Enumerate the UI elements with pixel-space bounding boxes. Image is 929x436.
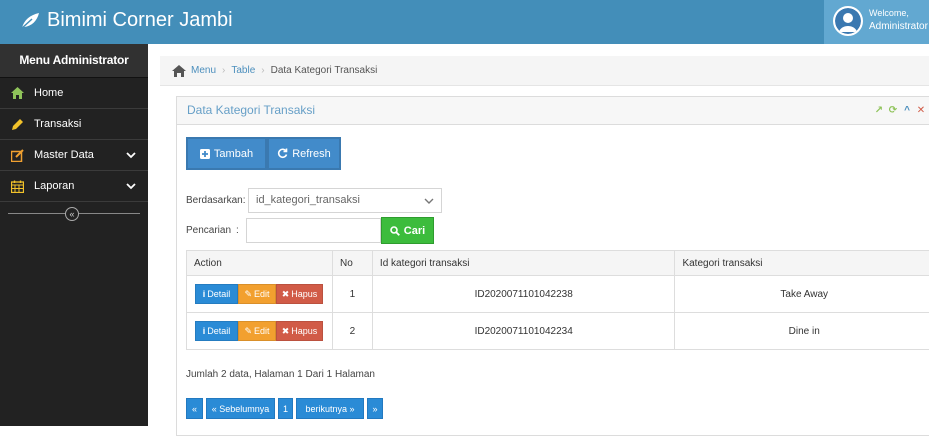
close-icon[interactable]: ✕ [916,105,926,116]
detail-button[interactable]: iDetail [195,284,238,304]
app-brand[interactable]: Bimimi Corner Jambi [20,9,233,32]
chevron-down-icon [424,196,434,206]
panel-header: Data Kategori Transaksi ↗ ⟳ ^ ✕ [177,97,929,125]
sidebar-item-home[interactable]: Home [0,78,148,109]
welcome-text: Welcome, Administrator [869,7,928,33]
sidebar-item-label: Home [34,87,63,99]
search-by-value: id_kategori_transaksi [256,194,360,206]
delete-button[interactable]: ✖Hapus [276,284,323,304]
sidebar-item-label: Laporan [34,180,74,192]
edit-button[interactable]: ✎Edit [238,284,276,304]
plus-square-icon [200,149,210,159]
refresh-button-label: Refresh [292,148,331,160]
welcome-label: Welcome, [869,7,928,20]
panel-tools: ↗ ⟳ ^ ✕ [874,105,926,116]
col-header-kategori: Kategori transaksi [675,251,929,276]
delete-button[interactable]: ✖Hapus [276,321,323,341]
calendar-icon [10,179,24,193]
sidebar-item-laporan[interactable]: Laporan [0,171,148,202]
x-icon: ✖ [282,326,290,337]
delete-label: Hapus [291,326,317,336]
search-by-select[interactable]: id_kategori_transaksi [248,188,442,213]
col-header-no: No [332,251,372,276]
search-by-label: Berdasarkan: [186,195,245,206]
add-button-label: Tambah [214,148,253,160]
top-navbar: Bimimi Corner Jambi Welcome, Administrat… [0,0,929,44]
sidebar-item-label: Master Data [34,149,94,161]
pagination: « « Sebelumnya 1 berikutnya » » [186,398,383,419]
app-title: Bimimi Corner Jambi [47,9,233,32]
search-query-colon: : [236,225,239,236]
cell-id: ID2020071101042238 [372,276,675,313]
search-icon [390,226,400,236]
data-table: Action No Id kategori transaksi Kategori… [186,250,929,350]
avatar [833,6,863,36]
collapse-icon[interactable]: ^ [902,105,912,116]
edit-label: Edit [254,289,270,299]
cell-id: ID2020071101042234 [372,313,675,350]
sidebar-collapse: « [0,202,148,226]
expand-icon[interactable]: ↗ [874,105,884,116]
delete-label: Hapus [291,289,317,299]
info-icon: i [203,289,206,299]
user-name: Administrator [869,20,928,33]
breadcrumb-item-current: Data Kategori Transaksi [271,65,378,76]
edit-button[interactable]: ✎Edit [238,321,276,341]
breadcrumb: Menu › Table › Data Kategori Transaksi [160,56,929,86]
info-icon: i [203,326,206,336]
prev-page-button[interactable]: « Sebelumnya [206,398,275,419]
last-page-button[interactable]: » [367,398,383,419]
col-header-id: Id kategori transaksi [372,251,675,276]
pencil-icon [10,117,24,131]
sidebar-item-transaksi[interactable]: Transaksi [0,109,148,140]
add-button[interactable]: Tambah [186,137,267,170]
home-icon[interactable] [172,65,186,77]
edit-icon: ✎ [244,326,252,337]
sidebar-item-master-data[interactable]: Master Data [0,140,148,171]
user-avatar-icon [835,8,861,34]
search-button[interactable]: Cari [381,217,434,244]
breadcrumb-item-table[interactable]: Table [231,65,255,76]
refresh-button[interactable]: Refresh [267,137,341,170]
search-button-label: Cari [404,225,425,237]
x-icon: ✖ [282,289,290,300]
table-row: iDetail ✎Edit ✖Hapus 1 ID202007110104223… [187,276,929,313]
table-row: iDetail ✎Edit ✖Hapus 2 ID202007110104223… [187,313,929,350]
cell-no: 1 [332,276,372,313]
page-1-button[interactable]: 1 [278,398,293,419]
search-input[interactable] [246,218,381,243]
edit-label: Edit [254,326,270,336]
action-cell: iDetail ✎Edit ✖Hapus [187,313,333,350]
cell-kategori: Take Away [675,276,929,313]
table-header-row: Action No Id kategori transaksi Kategori… [187,251,929,276]
next-page-button[interactable]: berikutnya » [296,398,364,419]
breadcrumb-separator: › [261,65,264,76]
reload-icon[interactable]: ⟳ [888,105,898,116]
detail-label: Detail [207,326,230,336]
breadcrumb-item-menu[interactable]: Menu [191,65,216,76]
cell-kategori: Dine in [675,313,929,350]
leaf-icon [20,12,40,30]
collapse-sidebar-button[interactable]: « [65,207,79,221]
user-menu[interactable]: Welcome, Administrator [824,0,929,44]
col-header-action: Action [187,251,333,276]
edit-icon [10,148,24,162]
detail-label: Detail [207,289,230,299]
home-icon [10,86,24,100]
refresh-icon [277,148,288,159]
cell-no: 2 [332,313,372,350]
search-query-label: Pencarian [186,225,231,236]
panel-title: Data Kategori Transaksi [187,103,315,117]
sidebar: Menu Administrator Home Transaksi Master… [0,44,148,426]
pagination-summary: Jumlah 2 data, Halaman 1 Dari 1 Halaman [186,369,375,380]
action-cell: iDetail ✎Edit ✖Hapus [187,276,333,313]
edit-icon: ✎ [244,289,252,300]
first-page-button[interactable]: « [186,398,203,419]
detail-button[interactable]: iDetail [195,321,238,341]
chevron-down-icon [126,150,136,160]
breadcrumb-separator: › [222,65,225,76]
sidebar-item-label: Transaksi [34,118,81,130]
sidebar-title: Menu Administrator [0,44,148,78]
chevron-down-icon [126,181,136,191]
